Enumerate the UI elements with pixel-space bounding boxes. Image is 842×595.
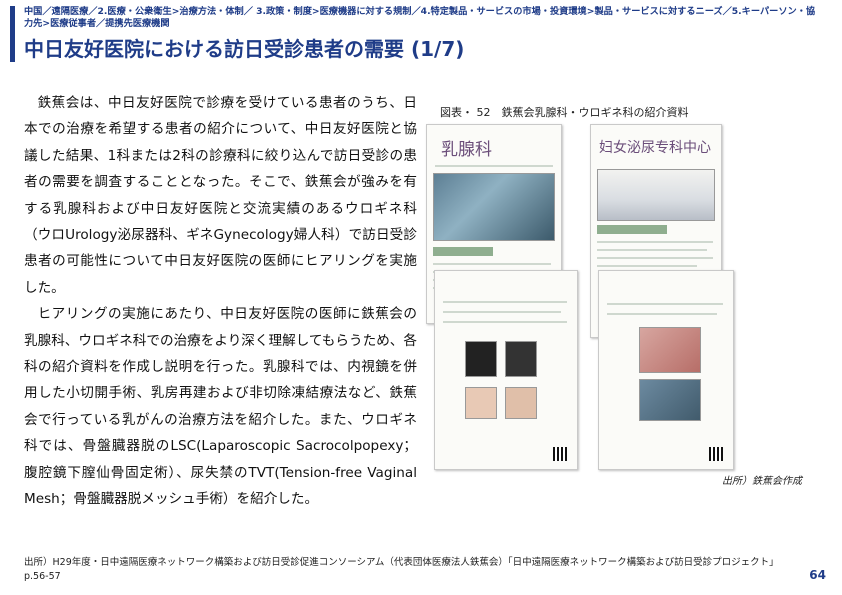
text-line bbox=[597, 265, 697, 267]
patient-photo-2 bbox=[505, 387, 537, 419]
procedure-photo bbox=[639, 327, 701, 373]
figure-title: 図表・ 52 鉄蕉会乳腺科・ウロギネ科の紹介資料 bbox=[440, 106, 689, 119]
mri-image-1 bbox=[465, 341, 497, 377]
section-band bbox=[433, 247, 493, 256]
qr-code-icon bbox=[553, 447, 567, 461]
text-line bbox=[443, 321, 567, 323]
section-band bbox=[597, 225, 667, 234]
page-title: 中日友好医院における訪日受診患者の需要 (1/7) bbox=[24, 37, 465, 61]
body-text: 鉄蕉会は、中日友好医院で診療を受けている患者のうち、日本での治療を希望する患者の… bbox=[24, 90, 417, 513]
divider bbox=[435, 165, 553, 167]
surgery-photo bbox=[433, 173, 555, 241]
text-line bbox=[607, 313, 717, 315]
text-line bbox=[597, 249, 707, 251]
body-paragraph-2: ヒアリングの実施にあたり、中日友好医院の医師に鉄蕉会の乳腺科、ウロギネ科での治療… bbox=[24, 306, 417, 508]
qr-code-icon bbox=[709, 447, 723, 461]
text-line bbox=[597, 257, 713, 259]
body-paragraph-1: 鉄蕉会は、中日友好医院で診療を受けている患者のうち、日本での治療を希望する患者の… bbox=[24, 95, 417, 296]
text-line bbox=[607, 303, 723, 305]
brochure-breast-page-2 bbox=[434, 270, 578, 470]
text-line bbox=[443, 311, 561, 313]
mri-image-2 bbox=[505, 341, 537, 377]
figure-source: 出所）鉄蕉会作成 bbox=[722, 476, 802, 487]
header-accent-bar bbox=[10, 6, 15, 62]
patient-photo-1 bbox=[465, 387, 497, 419]
staff-group-photo bbox=[597, 169, 715, 221]
page-number: 64 bbox=[809, 568, 826, 582]
footer-source-note: 出所）H29年度・日中遠隔医療ネットワーク構築および訪日受診促進コンソーシアム（… bbox=[24, 557, 779, 582]
brochure-breast-title: 乳腺科 bbox=[441, 140, 492, 160]
text-line bbox=[443, 301, 567, 303]
brochure-urogyn-page-2 bbox=[598, 270, 734, 470]
surgery-photo-2 bbox=[639, 379, 701, 421]
breadcrumb: 中国／遠隔医療／2.医療・公衆衛生>治療方法・体制／ 3.政策・制度>医療機器に… bbox=[24, 6, 816, 29]
brochure-urogyn-title: 妇女泌尿专科中心 bbox=[599, 140, 711, 156]
text-line bbox=[433, 263, 551, 265]
text-line bbox=[597, 241, 713, 243]
